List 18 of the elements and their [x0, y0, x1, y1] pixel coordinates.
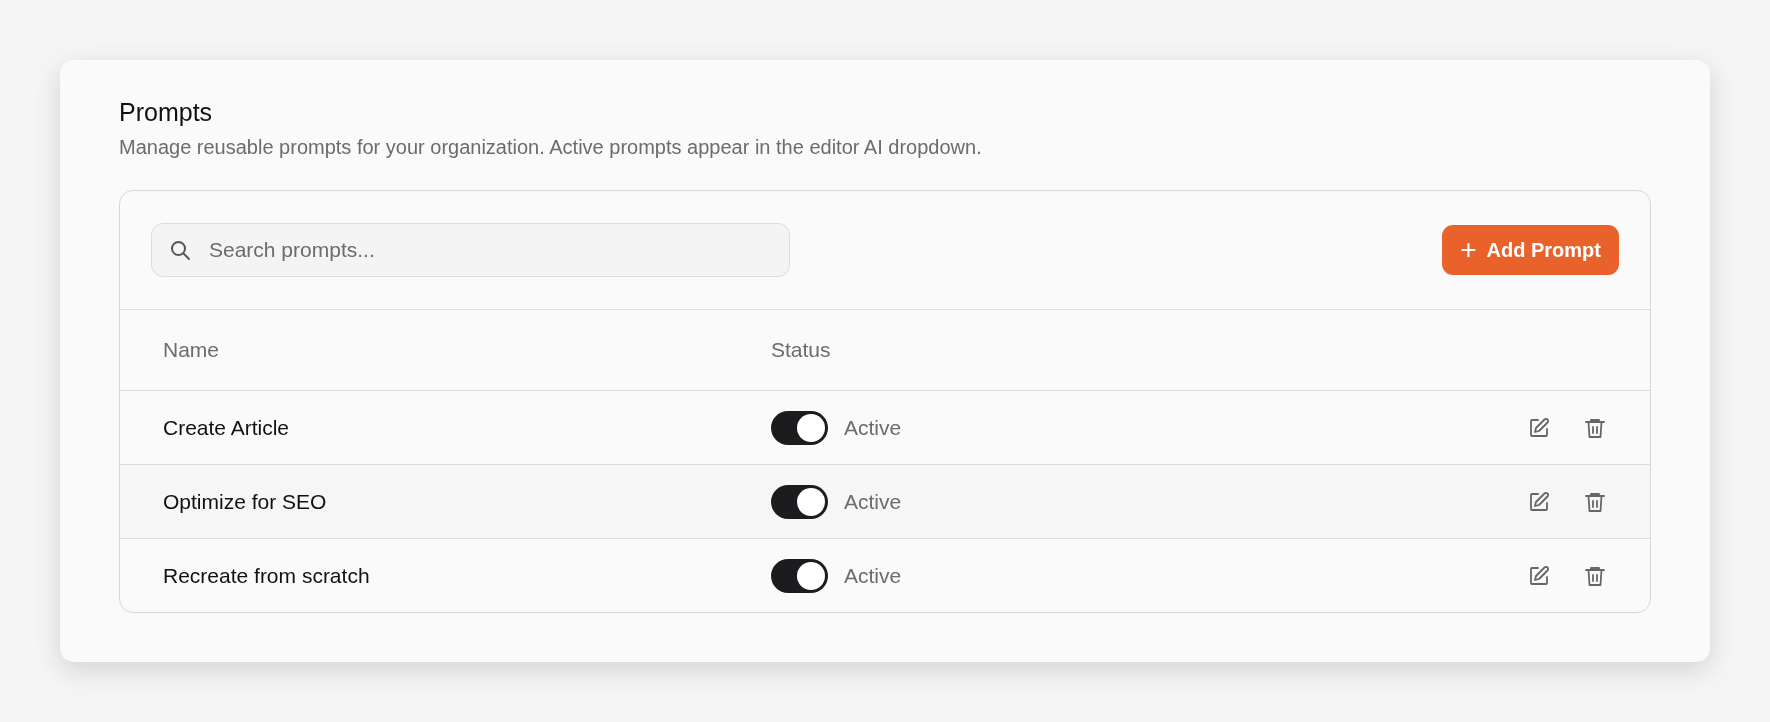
- prompt-name: Optimize for SEO: [162, 489, 328, 514]
- status-label: Active: [844, 489, 902, 514]
- search-field[interactable]: Search prompts...: [151, 223, 790, 277]
- status-toggle[interactable]: [771, 558, 828, 593]
- prompt-name: Recreate from scratch: [162, 563, 371, 588]
- column-header: Name: [162, 338, 221, 362]
- add-prompt-button[interactable]: + Add Prompt: [1442, 225, 1619, 275]
- prompt-name: Create Article: [162, 415, 291, 440]
- column-header: Status: [771, 338, 832, 362]
- edit-icon[interactable]: [1527, 563, 1551, 588]
- section-description: Manage reusable prompts for your organization. Active prompts appear in the editor AI dropdown.: [119, 135, 983, 160]
- edit-icon[interactable]: [1527, 415, 1551, 440]
- section-title: Prompts: [119, 97, 214, 128]
- edit-icon[interactable]: [1527, 489, 1551, 514]
- status-toggle[interactable]: [771, 484, 828, 519]
- status-label: Active: [844, 563, 902, 588]
- status-toggle[interactable]: [771, 410, 828, 445]
- status-label: Active: [844, 415, 902, 440]
